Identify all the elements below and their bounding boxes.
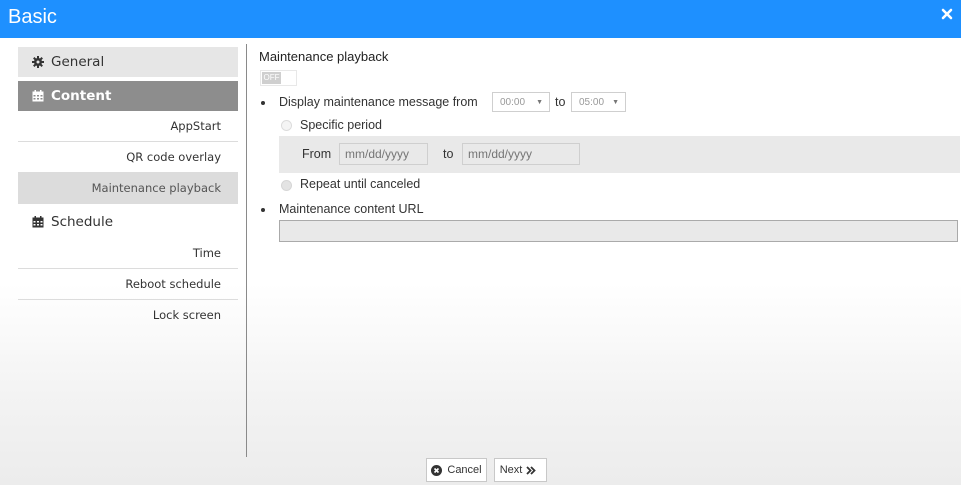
sidebar-item-appstart[interactable]: AppStart [18, 111, 238, 142]
sidebar-item-general-label: General [51, 54, 105, 70]
specific-period-radio[interactable] [281, 120, 292, 131]
sidebar-item-maintenance-playback[interactable]: Maintenance playback [18, 173, 238, 204]
vertical-divider [246, 44, 247, 457]
cancel-label: Cancel [447, 464, 482, 476]
cancel-button[interactable]: Cancel [426, 458, 487, 482]
section-title: Maintenance playback [259, 49, 389, 64]
specific-period-label: Specific period [300, 118, 382, 132]
to-time-select[interactable]: 05:00 ▼ [571, 92, 626, 112]
sidebar-item-general[interactable]: General [18, 47, 238, 77]
sidebar-item-content-label: Content [51, 88, 112, 104]
to-date-label: to [443, 147, 454, 161]
repeat-until-canceled-label: Repeat until canceled [300, 177, 421, 191]
close-icon[interactable] [939, 6, 955, 22]
repeat-until-canceled-radio[interactable] [281, 180, 292, 191]
next-button[interactable]: Next [494, 458, 547, 482]
from-date-input[interactable] [339, 143, 428, 165]
sidebar: General Content AppStart QR code overlay… [18, 47, 238, 330]
bullet [261, 101, 265, 105]
sidebar-item-schedule[interactable]: Schedule [18, 206, 238, 238]
calendar-icon [32, 90, 44, 102]
bullet [261, 208, 265, 212]
maintenance-toggle[interactable]: OFF [260, 70, 297, 86]
toggle-label: OFF [262, 72, 281, 84]
from-time-value: 00:00 [500, 97, 526, 108]
maintenance-url-input[interactable] [279, 220, 958, 242]
sidebar-item-qr-code-overlay[interactable]: QR code overlay [18, 142, 238, 173]
to-time-value: 05:00 [579, 97, 605, 108]
maintenance-url-label: Maintenance content URL [279, 202, 424, 216]
gear-icon [32, 56, 44, 68]
dialog-title: Basic [8, 6, 57, 28]
sidebar-item-time[interactable]: Time [18, 238, 238, 269]
sidebar-item-schedule-label: Schedule [51, 214, 114, 230]
double-chevron-right-icon [526, 465, 537, 475]
from-date-label: From [302, 147, 332, 161]
next-label: Next [499, 464, 523, 476]
to-label: to [555, 95, 566, 109]
sidebar-item-reboot-schedule[interactable]: Reboot schedule [18, 269, 238, 300]
chevron-down-icon: ▼ [612, 99, 619, 106]
cancel-icon [431, 464, 443, 476]
from-time-select[interactable]: 00:00 ▼ [492, 92, 550, 112]
title-bar: Basic [0, 0, 961, 38]
maintenance-panel: Maintenance playback OFF Display mainten… [259, 38, 960, 338]
dialog-body: General Content AppStart QR code overlay… [0, 38, 961, 485]
sidebar-item-content[interactable]: Content [18, 81, 238, 111]
sidebar-item-lock-screen[interactable]: Lock screen [18, 300, 238, 330]
calendar-icon [32, 216, 44, 228]
chevron-down-icon: ▼ [536, 99, 543, 106]
display-message-label: Display maintenance message from [279, 95, 478, 109]
specific-period-box: From to [279, 136, 960, 173]
to-date-input[interactable] [462, 143, 580, 165]
